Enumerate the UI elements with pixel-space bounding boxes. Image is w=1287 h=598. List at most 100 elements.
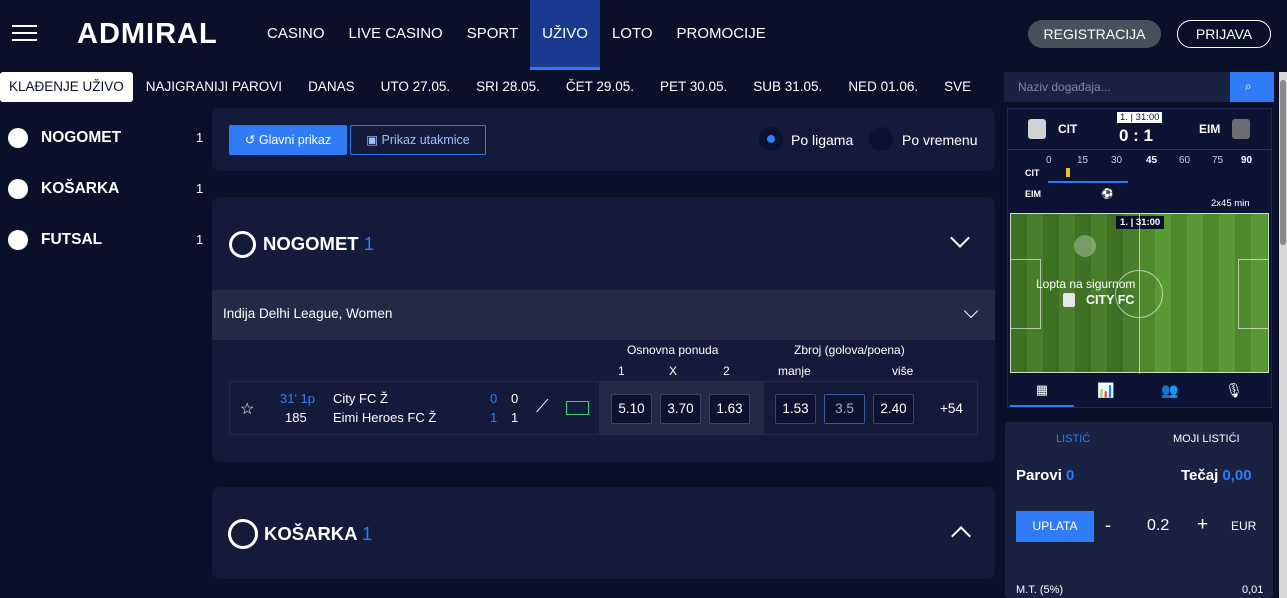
search-icon: ⌕	[1245, 79, 1252, 93]
odds-label: Tečaj	[1181, 467, 1219, 484]
screen-icon: ▣	[366, 133, 382, 147]
goal-icon: ⚽	[1101, 189, 1114, 200]
filter-date[interactable]: PET 30.05.	[647, 72, 740, 102]
filter-date[interactable]: SRI 28.05.	[463, 72, 553, 102]
radio-by-time-label: Po vremenu	[902, 132, 978, 148]
decrease-stake-button[interactable]: -	[1105, 515, 1111, 536]
odd-away[interactable]: 1.63	[709, 394, 750, 424]
away-halftime: 1	[490, 410, 498, 425]
tab-my-slips[interactable]: MOJI LISTIĆI	[1173, 433, 1240, 445]
filter-most-played[interactable]: NAJIGRANIJI PAROVI	[133, 72, 295, 102]
section-title[interactable]: NOGOMET 1	[263, 233, 374, 255]
section-count: 1	[361, 523, 373, 544]
chevron-down-icon[interactable]	[963, 303, 979, 319]
main-nav: CASINO LIVE CASINO SPORT UŽIVO LOTO PROM…	[255, 0, 778, 70]
nav-promocije[interactable]: PROMOCIJE	[665, 0, 778, 70]
odd-over[interactable]: 2.40	[873, 394, 914, 424]
col-x-header: X	[669, 364, 678, 378]
timeline-tick: 0	[1046, 155, 1052, 166]
sidebar-item-basketball[interactable]: KOŠARKA 1	[0, 163, 210, 214]
stake-input[interactable]: 0.2	[1147, 517, 1169, 535]
field-status: Lopta na sigurnom	[1036, 277, 1136, 291]
view-options-panel: ↺ Glavni prikaz ▣ Prikaz utakmice Po lig…	[212, 108, 995, 171]
nav-casino[interactable]: CASINO	[255, 0, 337, 70]
tab-field-icon[interactable]: ▦	[1010, 375, 1074, 407]
timeline-home: CIT	[1025, 168, 1040, 178]
date-filter-bar: KLAĐENJE UŽIVO NAJIGRANIJI PAROVI DANAS …	[0, 72, 984, 102]
scrollbar[interactable]	[1279, 72, 1287, 598]
mt-value: 0,01	[1242, 584, 1264, 596]
home-team: City FC Ž	[333, 391, 388, 406]
filter-all[interactable]: SVE	[931, 72, 984, 102]
search-bar: Naziv događaja... ⌕	[1004, 72, 1274, 102]
home-score: 0	[511, 391, 519, 406]
timeline-tick: 15	[1077, 155, 1089, 166]
timeline-tick: 90	[1241, 155, 1253, 166]
tab-audio-icon[interactable]: 🎙	[1202, 375, 1266, 407]
main-view-button[interactable]: ↺ Glavni prikaz	[229, 125, 347, 155]
match-view-label: Prikaz utakmice	[381, 133, 470, 147]
filter-today[interactable]: DANAS	[295, 72, 368, 102]
section-title[interactable]: KOŠARKA 1	[264, 523, 372, 545]
sports-sidebar: NOGOMET 1 KOŠARKA 1 FUTSAL 1	[0, 112, 210, 265]
filter-date[interactable]: ČET 29.05.	[553, 72, 647, 102]
main-view-label: Glavni prikaz	[258, 133, 332, 147]
col-2-header: 2	[723, 364, 730, 378]
tab-slip[interactable]: LISTIĆ	[1056, 433, 1090, 445]
live-field-graphic: 1. | 31:00 Lopta na sigurnom CITY FC	[1010, 213, 1269, 374]
nav-live-casino[interactable]: LIVE CASINO	[337, 0, 455, 70]
nav-loto[interactable]: LOTO	[600, 0, 665, 70]
odd-under[interactable]: 1.53	[775, 394, 816, 424]
chevron-down-icon[interactable]	[950, 228, 970, 248]
search-input[interactable]: Naziv događaja...	[1018, 80, 1111, 94]
search-button[interactable]: ⌕	[1230, 72, 1274, 102]
team-shirt-icon	[1063, 293, 1075, 307]
brand-logo[interactable]: ADMIRAL	[77, 18, 218, 51]
filter-date[interactable]: UTO 27.05.	[368, 72, 464, 102]
sidebar-item-football[interactable]: NOGOMET 1	[0, 112, 210, 163]
section-title-text: KOŠARKA	[264, 523, 357, 544]
stats-trend-icon[interactable]: ⟋	[536, 396, 549, 417]
odd-home[interactable]: 5.10	[611, 394, 652, 424]
tab-lineups-icon[interactable]: 👥	[1138, 375, 1202, 407]
pairs-label: Parovi	[1016, 467, 1062, 484]
star-icon[interactable]: ☆	[240, 399, 254, 419]
chevron-up-icon[interactable]	[951, 526, 971, 546]
away-team: Eimi Heroes FC Ž	[333, 410, 437, 425]
match-duration: 2x45 min	[1211, 198, 1250, 209]
radio-by-league[interactable]	[759, 127, 783, 151]
home-halftime: 0	[490, 391, 498, 406]
odd-draw[interactable]: 3.70	[660, 394, 701, 424]
match-view-button[interactable]: ▣ Prikaz utakmice	[350, 125, 486, 155]
timeline-tick: 60	[1179, 155, 1191, 166]
increase-stake-button[interactable]: +	[1197, 514, 1208, 536]
field-icon[interactable]	[566, 401, 589, 415]
timeline-tick: 75	[1212, 155, 1224, 166]
tab-stats-icon[interactable]: 📊	[1074, 375, 1138, 407]
menu-icon[interactable]	[12, 25, 37, 43]
pay-button[interactable]: UPLATA	[1016, 511, 1094, 542]
filter-live-betting[interactable]: KLAĐENJE UŽIVO	[0, 72, 133, 102]
timeline-tick: 30	[1111, 155, 1123, 166]
match-row[interactable]: ☆ 31' 1p 185 City FC Ž Eimi Heroes FC Ž …	[229, 381, 978, 435]
scrollbar-thumb[interactable]	[1280, 80, 1286, 245]
basic-offer-header: Osnovna ponuda	[627, 343, 719, 357]
more-markets[interactable]: +54	[940, 401, 963, 416]
league-header[interactable]: Indija Delhi League, Women	[212, 290, 995, 340]
home-shirt-icon	[1028, 119, 1046, 139]
register-button[interactable]: REGISTRACIJA	[1028, 20, 1161, 48]
filter-date[interactable]: SUB 31.05.	[740, 72, 835, 102]
football-icon	[229, 231, 256, 258]
section-title-text: NOGOMET	[263, 233, 359, 254]
over-header: više	[892, 364, 914, 378]
timeline-tick: 45	[1146, 155, 1158, 166]
radio-by-time[interactable]	[869, 127, 893, 151]
nav-sport[interactable]: SPORT	[455, 0, 530, 70]
nav-uzivo[interactable]: UŽIVO	[530, 0, 600, 70]
radio-by-league-label: Po ligama	[791, 132, 854, 148]
filter-date[interactable]: NED 01.06.	[835, 72, 931, 102]
login-button[interactable]: PRIJAVA	[1177, 20, 1271, 48]
sidebar-item-futsal[interactable]: FUTSAL 1	[0, 214, 210, 265]
widget-score: 0 : 1	[1119, 126, 1154, 145]
widget-period: 1. | 31:00	[1117, 112, 1163, 123]
